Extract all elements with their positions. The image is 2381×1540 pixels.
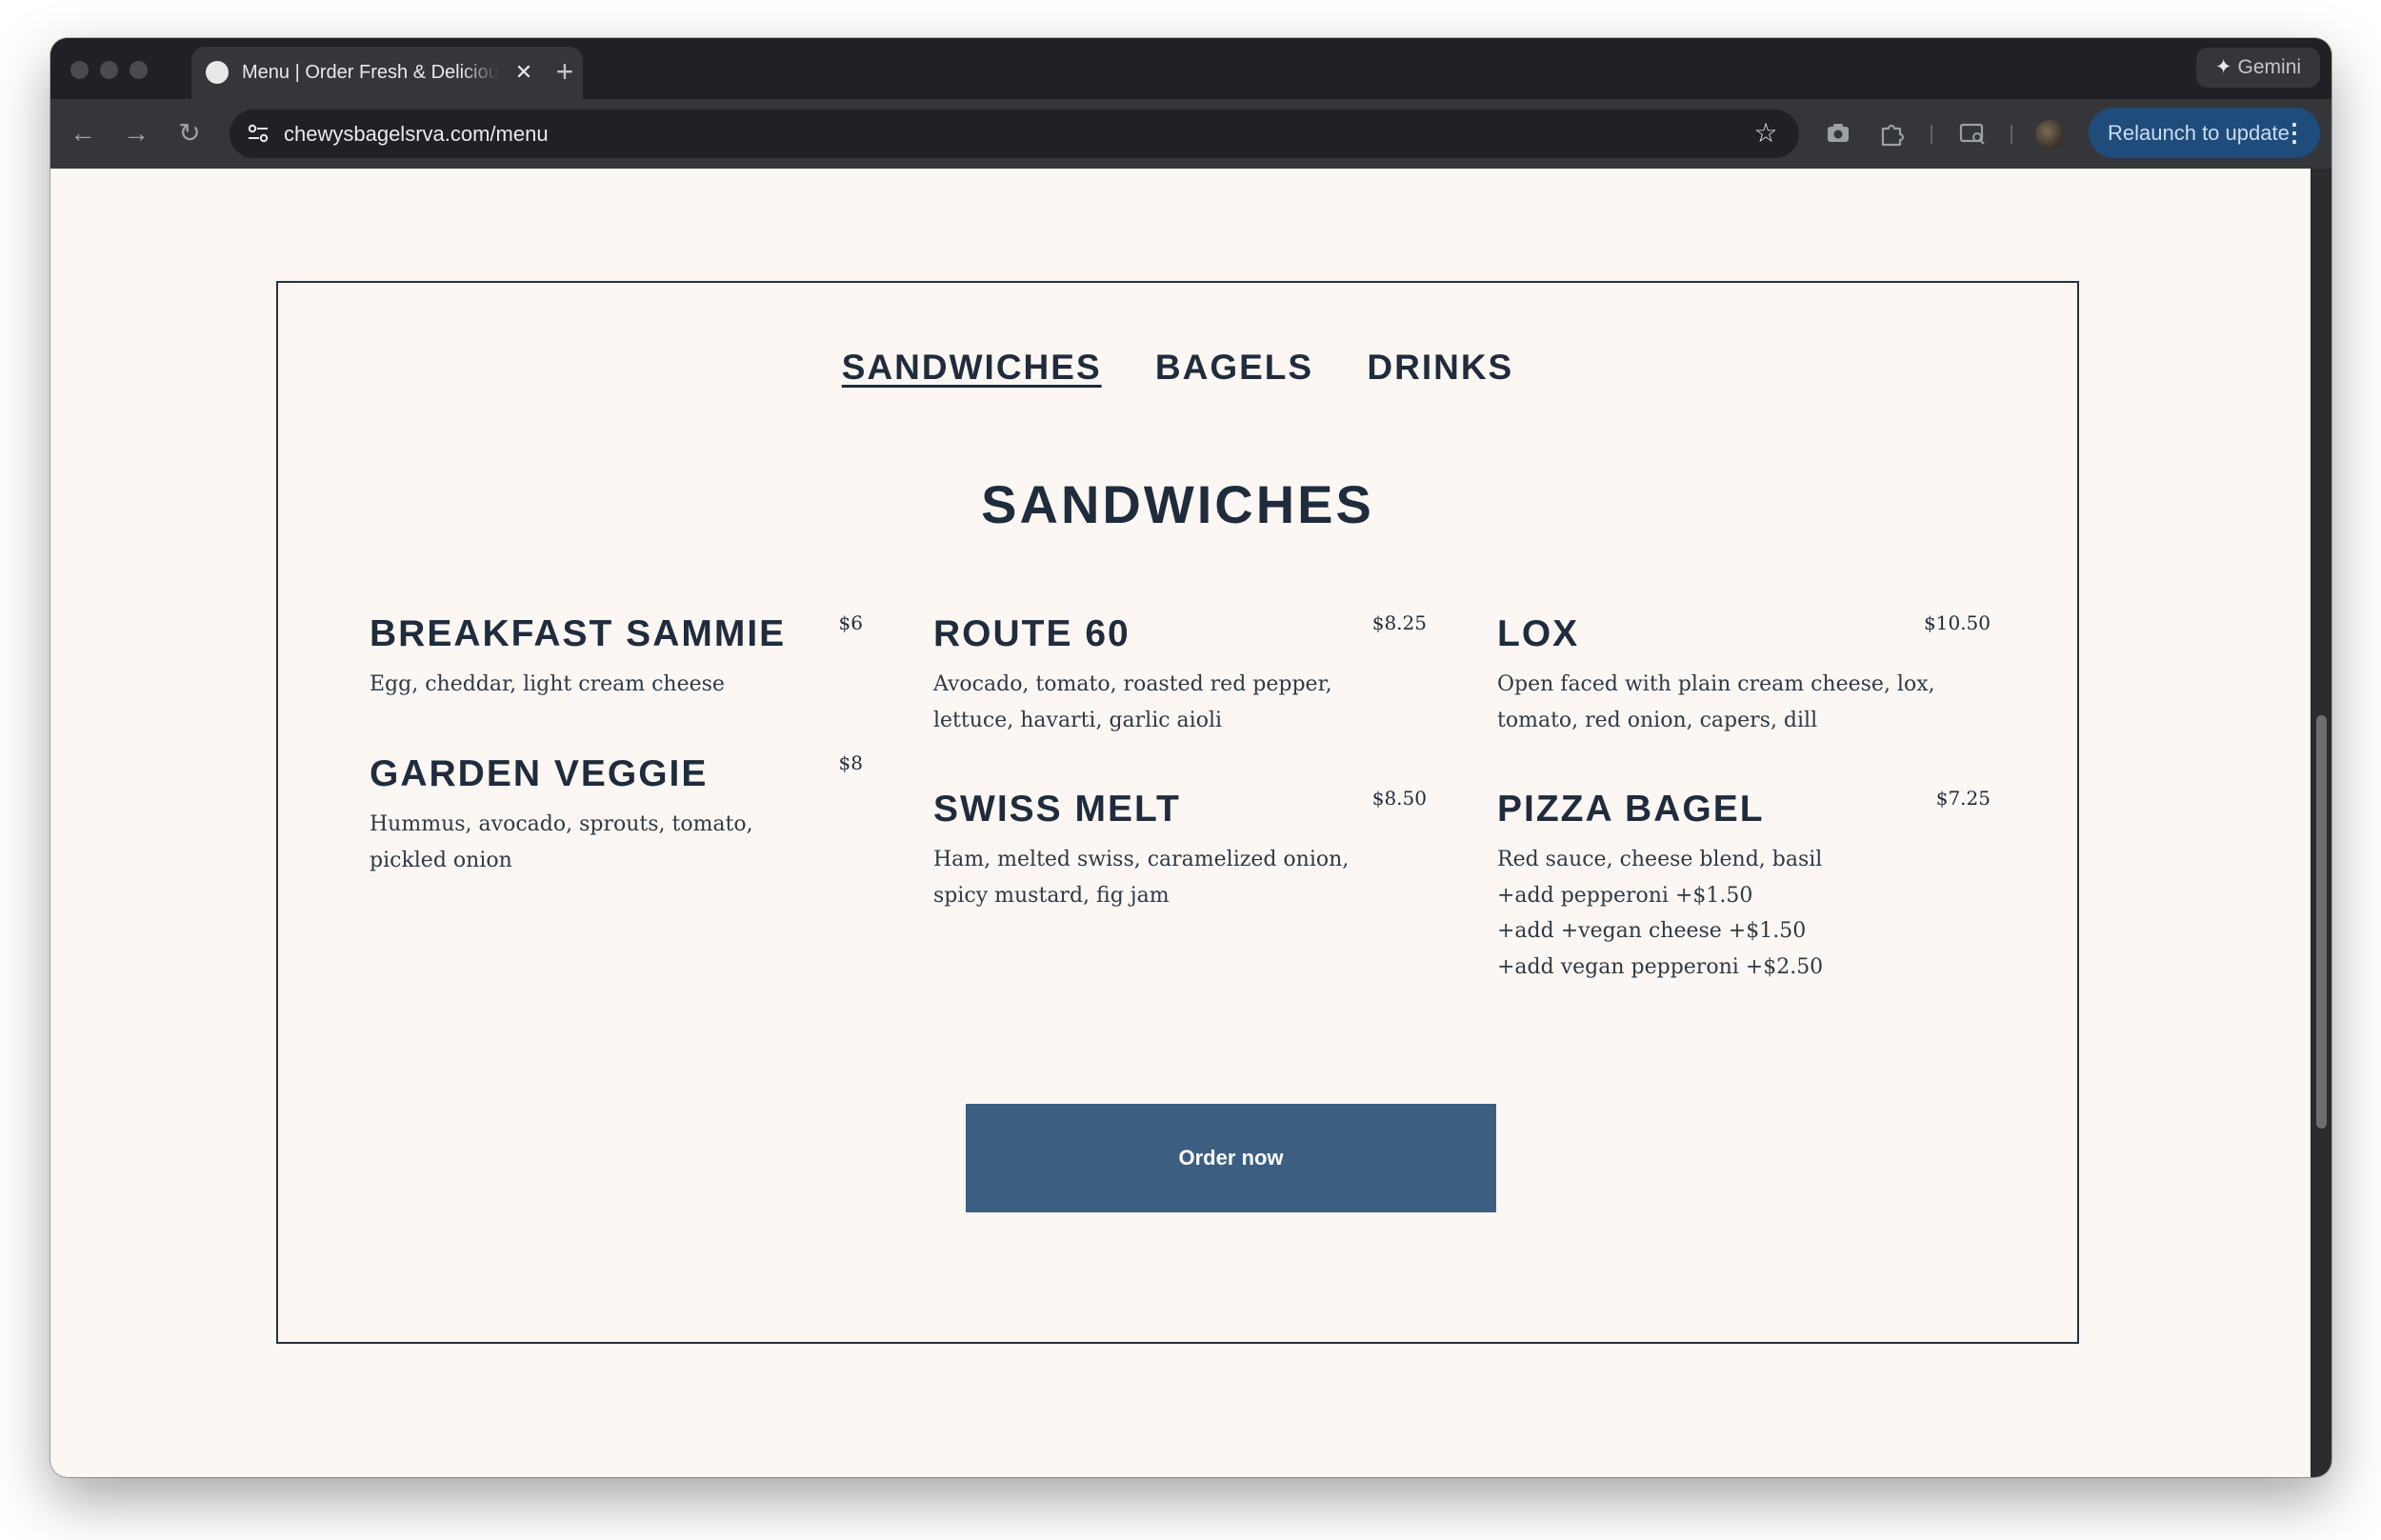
description-line: spicy mustard, fig jam <box>933 883 1170 908</box>
description-line: +add +vegan cheese +$1.50 <box>1497 919 1807 943</box>
bookmark-star-icon[interactable]: ☆ <box>1750 117 1782 150</box>
relaunch-label: Relaunch to update <box>2108 121 2290 145</box>
description-line: +add vegan pepperoni +$2.50 <box>1497 954 1824 979</box>
item-description: Open faced with plain cream cheese, lox,… <box>1497 667 1991 738</box>
toolbar-divider <box>1931 125 1932 144</box>
tab-sandwiches[interactable]: SANDWICHES <box>842 348 1102 388</box>
description-line: Ham, melted swiss, caramelized onion, <box>933 848 1350 871</box>
item-price: $8 <box>838 751 863 774</box>
address-bar[interactable]: chewysbagelsrva.com/menu ☆ <box>230 110 1799 158</box>
description-line: tomato, red onion, capers, dill <box>1497 708 1818 732</box>
menu-item: BREAKFAST SAMMIE $6 Egg, cheddar, light … <box>370 611 863 703</box>
tab-strip: Menu | Order Fresh & Delicious ✕ + ✦ Gemi… <box>50 38 2331 99</box>
item-name: BREAKFAST SAMMIE <box>370 613 787 654</box>
tab-drinks[interactable]: DRINKS <box>1367 348 1513 388</box>
item-description: Hummus, avocado, sprouts, tomato, pickle… <box>370 807 863 878</box>
more-menu-icon[interactable]: ⋮ <box>2282 108 2307 158</box>
gemini-button[interactable]: ✦ Gemini <box>2196 48 2320 88</box>
extensions-puzzle-icon[interactable] <box>1874 115 1911 151</box>
order-now-button[interactable]: Order now <box>966 1104 1496 1212</box>
section-title: SANDWICHES <box>981 474 1374 534</box>
menu-item: GARDEN VEGGIE $8 Hummus, avocado, sprout… <box>370 751 863 878</box>
menu-item: SWISS MELT $8.50 Ham, melted swiss, cara… <box>933 787 1427 913</box>
item-price: $8.50 <box>1371 787 1427 810</box>
site-info-icon[interactable] <box>245 120 271 147</box>
sparkle-icon: ✦ <box>2214 56 2232 78</box>
tab-search-icon[interactable] <box>1954 115 1991 151</box>
item-description: Red sauce, cheese blend, basil +add pepp… <box>1497 842 1991 985</box>
menu-item: PIZZA BAGEL $7.25 Red sauce, cheese blen… <box>1497 787 1991 985</box>
menu-card: SANDWICHES BAGELS DRINKS SANDWICHES BREA… <box>276 281 2079 1344</box>
item-price: $8.25 <box>1371 611 1427 634</box>
profile-avatar[interactable] <box>2035 120 2064 149</box>
page-viewport: SANDWICHES BAGELS DRINKS SANDWICHES BREA… <box>50 169 2331 1477</box>
new-tab-button[interactable]: + <box>549 56 581 89</box>
description-line: Avocado, tomato, roasted red pepper, <box>933 672 1332 696</box>
item-description: Avocado, tomato, roasted red pepper, let… <box>933 667 1427 738</box>
description-line: Hummus, avocado, sprouts, tomato, <box>370 812 753 836</box>
back-arrow-icon[interactable]: ← <box>64 114 102 152</box>
item-price: $10.50 <box>1924 611 1991 634</box>
close-window-button[interactable] <box>70 61 89 79</box>
description-line: pickled onion <box>370 848 512 872</box>
item-name: LOX <box>1497 613 1580 654</box>
page-scrollbar[interactable] <box>2311 169 2331 1477</box>
browser-window: Menu | Order Fresh & Delicious ✕ + ✦ Gemi… <box>50 38 2331 1477</box>
item-price: $7.25 <box>1935 787 1991 810</box>
menu-item: ROUTE 60 $8.25 Avocado, tomato, roasted … <box>933 611 1427 738</box>
tab-bagels[interactable]: BAGELS <box>1155 348 1313 388</box>
description-line: Red sauce, cheese blend, basil <box>1497 848 1823 871</box>
camera-icon[interactable] <box>1820 115 1856 151</box>
relaunch-to-update-button[interactable]: Relaunch to update ⋮ <box>2089 108 2320 158</box>
item-name: ROUTE 60 <box>933 613 1130 654</box>
maximize-window-button[interactable] <box>130 61 148 79</box>
browser-tab-active[interactable]: Menu | Order Fresh & Delicious ✕ <box>191 47 583 99</box>
favicon-icon <box>206 61 229 84</box>
description-line: Egg, cheddar, light cream cheese <box>370 672 725 696</box>
description-line: Open faced with plain cream cheese, lox, <box>1497 672 1935 696</box>
gemini-label: Gemini <box>2237 56 2302 78</box>
close-tab-icon[interactable]: ✕ <box>510 59 537 86</box>
scrollbar-thumb[interactable] <box>2316 715 2327 1129</box>
url-text[interactable]: chewysbagelsrva.com/menu <box>284 110 549 158</box>
item-name: GARDEN VEGGIE <box>370 753 709 794</box>
item-name: PIZZA BAGEL <box>1497 789 1765 830</box>
browser-toolbar: ← → ↻ chewysbagelsrva.com/menu ☆ Relaunc… <box>50 99 2331 169</box>
tab-title: Menu | Order Fresh & Delicious <box>242 62 499 83</box>
item-description: Egg, cheddar, light cream cheese <box>370 667 863 703</box>
forward-arrow-icon[interactable]: → <box>117 114 155 152</box>
item-description: Ham, melted swiss, caramelized onion, sp… <box>933 842 1427 913</box>
menu-item: LOX $10.50 Open faced with plain cream c… <box>1497 611 1991 738</box>
item-price: $6 <box>838 611 863 634</box>
description-line: +add pepperoni +$1.50 <box>1497 883 1753 908</box>
reload-icon[interactable]: ↻ <box>170 114 209 152</box>
item-name: SWISS MELT <box>933 789 1181 830</box>
description-line: lettuce, havarti, garlic aioli <box>933 708 1223 732</box>
menu-category-nav: SANDWICHES BAGELS DRINKS <box>278 348 2077 388</box>
toolbar-divider <box>2011 125 2012 144</box>
minimize-window-button[interactable] <box>100 61 118 79</box>
